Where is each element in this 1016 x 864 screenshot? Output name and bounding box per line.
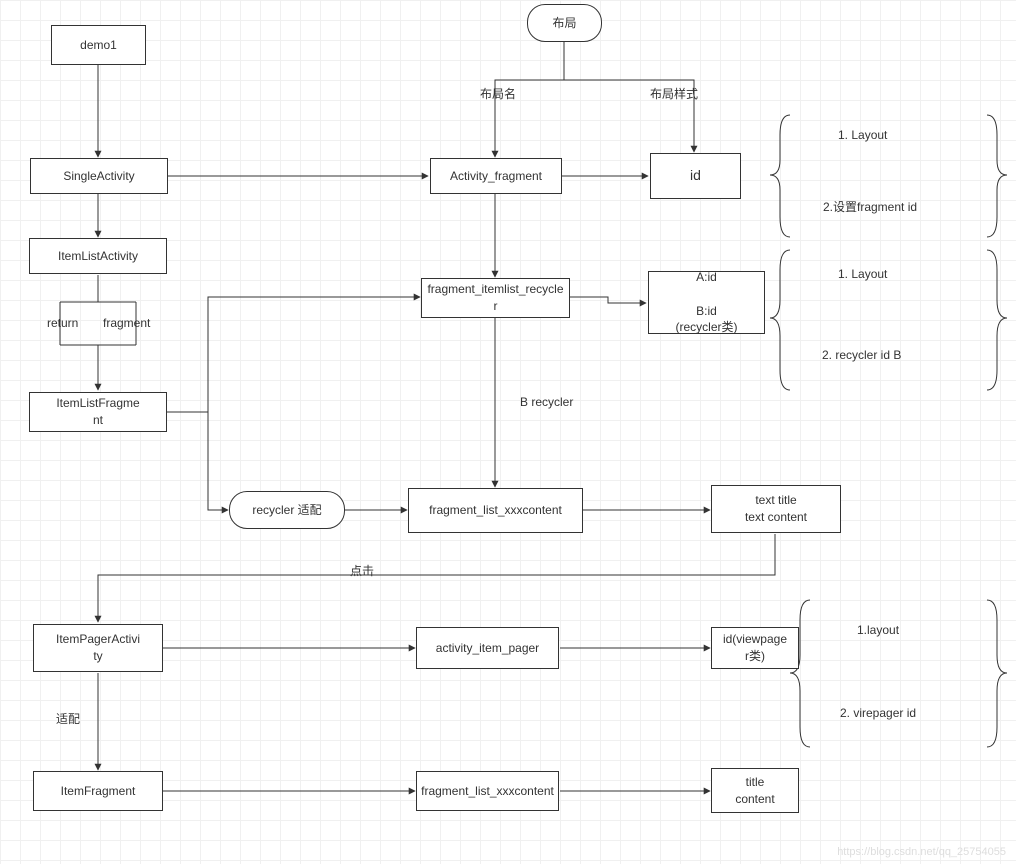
- node-demo1[interactable]: demo1: [51, 25, 146, 65]
- node-fragment-list-xxxcontent-2[interactable]: fragment_list_xxxcontent: [416, 771, 559, 811]
- node-fragment-itemlist-recycler[interactable]: fragment_itemlist_recycle r: [421, 278, 570, 318]
- node-layout-root[interactable]: 布局: [527, 4, 602, 42]
- brace-1b: 2.设置fragment id: [823, 198, 917, 215]
- node-id-viewpager[interactable]: id(viewpage r类): [711, 627, 799, 669]
- node-item-list-fragment[interactable]: ItemListFragme nt: [29, 392, 167, 432]
- brace-3b: 2. virepager id: [840, 706, 916, 720]
- brace-2a: 1. Layout: [838, 267, 887, 281]
- watermark: https://blog.csdn.net/qq_25754055: [837, 846, 1006, 858]
- node-aid-bid[interactable]: A:id B:id (recycler类): [648, 271, 765, 334]
- label-click: 点击: [350, 562, 374, 579]
- node-recycler-adapter[interactable]: recycler 适配: [229, 491, 345, 529]
- label-b-recycler: B recycler: [520, 395, 573, 409]
- node-item-pager-activity[interactable]: ItemPagerActivi ty: [33, 624, 163, 672]
- brace-3a: 1.layout: [857, 623, 899, 637]
- node-title-content[interactable]: title content: [711, 768, 799, 813]
- label-return: return: [47, 316, 78, 330]
- brace-1a: 1. Layout: [838, 128, 887, 142]
- brace-2b: 2. recycler id B: [822, 348, 901, 362]
- node-item-fragment[interactable]: ItemFragment: [33, 771, 163, 811]
- label-fragment: fragment: [103, 316, 150, 330]
- label-layout-style: 布局样式: [650, 85, 698, 102]
- node-id[interactable]: id: [650, 153, 741, 199]
- node-activity-item-pager[interactable]: activity_item_pager: [416, 627, 559, 669]
- node-activity-fragment[interactable]: Activity_fragment: [430, 158, 562, 194]
- node-fragment-list-xxxcontent-1[interactable]: fragment_list_xxxcontent: [408, 488, 583, 533]
- label-adapt: 适配: [56, 710, 80, 727]
- node-text-title-content[interactable]: text title text content: [711, 485, 841, 533]
- node-item-list-activity[interactable]: ItemListActivity: [29, 238, 167, 274]
- label-layout-name: 布局名: [480, 85, 516, 102]
- node-single-activity[interactable]: SingleActivity: [30, 158, 168, 194]
